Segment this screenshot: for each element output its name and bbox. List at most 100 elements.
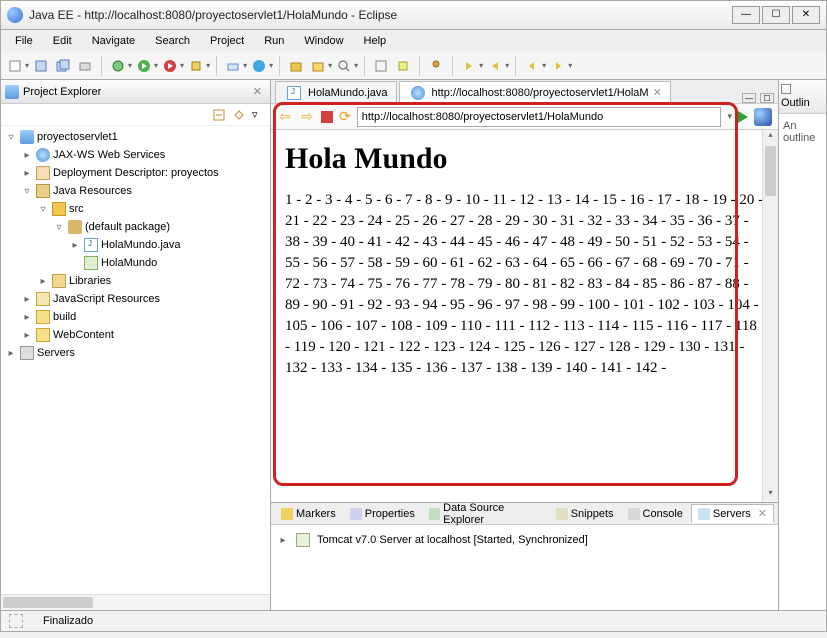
tree-js-resources[interactable]: ▸JavaScript Resources bbox=[1, 290, 270, 308]
menu-edit[interactable]: Edit bbox=[45, 33, 80, 49]
editor-tabs: HolaMundo.java http://localhost:8080/pro… bbox=[271, 80, 778, 104]
minimize-view-icon[interactable]: — bbox=[742, 93, 756, 103]
browser-forward-icon[interactable]: ⇨ bbox=[299, 109, 315, 125]
window-title: Java EE - http://localhost:8080/proyecto… bbox=[29, 8, 732, 22]
tree-build[interactable]: ▸build bbox=[1, 308, 270, 326]
vertical-scrollbar[interactable]: ▴ ▾ bbox=[762, 130, 778, 502]
horizontal-scrollbar[interactable] bbox=[1, 594, 270, 610]
servlet-icon bbox=[84, 256, 98, 270]
outline-body: An outline bbox=[779, 114, 826, 150]
tab-console[interactable]: Console bbox=[622, 506, 689, 522]
java-file-icon bbox=[287, 86, 301, 100]
folder-icon bbox=[36, 310, 50, 324]
menu-help[interactable]: Help bbox=[356, 33, 395, 49]
maximize-view-icon[interactable]: ☐ bbox=[760, 93, 774, 103]
tab-label: Console bbox=[643, 508, 683, 520]
menu-search[interactable]: Search bbox=[147, 33, 198, 49]
tab-label: Data Source Explorer bbox=[443, 502, 542, 526]
bottom-panel: Markers Properties Data Source Explorer … bbox=[271, 502, 778, 610]
open-type-button[interactable] bbox=[308, 56, 328, 76]
menu-run[interactable]: Run bbox=[256, 33, 292, 49]
save-button[interactable] bbox=[31, 56, 51, 76]
scroll-down-icon[interactable]: ▾ bbox=[763, 488, 778, 502]
toggle-breadcrumb-button[interactable] bbox=[371, 56, 391, 76]
pin-button[interactable] bbox=[426, 56, 446, 76]
debug-button[interactable] bbox=[108, 56, 128, 76]
eclipse-icon bbox=[7, 7, 23, 23]
internet-icon[interactable] bbox=[754, 108, 772, 126]
close-button[interactable]: ✕ bbox=[792, 6, 820, 24]
tree-servers[interactable]: ▸Servers bbox=[1, 344, 270, 362]
tab-data-source-explorer[interactable]: Data Source Explorer bbox=[423, 500, 548, 528]
maximize-button[interactable]: ☐ bbox=[762, 6, 790, 24]
tab-properties[interactable]: Properties bbox=[344, 506, 421, 522]
java-resources-icon bbox=[36, 184, 50, 198]
link-editor-icon[interactable] bbox=[232, 108, 246, 122]
new-button[interactable] bbox=[5, 56, 25, 76]
tree-label: WebContent bbox=[53, 329, 114, 341]
external-tools-button[interactable] bbox=[186, 56, 206, 76]
print-button[interactable] bbox=[75, 56, 95, 76]
tree-java-file[interactable]: ▸HolaMundo.java bbox=[1, 236, 270, 254]
browser-stop-icon[interactable] bbox=[321, 111, 333, 123]
skype-icon[interactable] bbox=[249, 56, 269, 76]
back-history-button[interactable] bbox=[522, 56, 542, 76]
tree-label: build bbox=[53, 311, 76, 323]
tab-servers[interactable]: Servers ✕ bbox=[691, 504, 774, 523]
tree-jaxws[interactable]: ▸JAX-WS Web Services bbox=[1, 146, 270, 164]
editor-tab-java[interactable]: HolaMundo.java bbox=[275, 81, 397, 103]
save-all-button[interactable] bbox=[53, 56, 73, 76]
tree-webcontent[interactable]: ▸WebContent bbox=[1, 326, 270, 344]
server-row[interactable]: ▸ Tomcat v7.0 Server at localhost [Start… bbox=[277, 531, 772, 549]
browser-url-input[interactable] bbox=[357, 107, 722, 127]
search-button[interactable] bbox=[334, 56, 354, 76]
run-last-button[interactable] bbox=[160, 56, 180, 76]
tomcat-server-icon bbox=[296, 533, 310, 547]
tree-libraries[interactable]: ▸Libraries bbox=[1, 272, 270, 290]
minimize-button[interactable]: — bbox=[732, 6, 760, 24]
tree-project[interactable]: ▿proyectoservlet1 bbox=[1, 128, 270, 146]
browser-refresh-icon[interactable]: ⟳ bbox=[339, 108, 351, 125]
view-menu-icon[interactable]: ▿ bbox=[252, 108, 266, 122]
servers-view: ▸ Tomcat v7.0 Server at localhost [Start… bbox=[271, 525, 778, 610]
run-button[interactable] bbox=[134, 56, 154, 76]
menu-navigate[interactable]: Navigate bbox=[84, 33, 143, 49]
close-tab-icon[interactable]: ✕ bbox=[653, 86, 662, 99]
new-package-button[interactable] bbox=[286, 56, 306, 76]
browser-go-icon[interactable] bbox=[738, 111, 748, 123]
next-annotation-button[interactable] bbox=[459, 56, 479, 76]
menu-project[interactable]: Project bbox=[202, 33, 252, 49]
browser-back-icon[interactable]: ⇦ bbox=[277, 109, 293, 125]
globe-icon bbox=[411, 86, 425, 100]
menu-window[interactable]: Window bbox=[296, 33, 351, 49]
project-explorer-close-icon[interactable]: ✕ bbox=[249, 85, 266, 98]
tree-default-package[interactable]: ▿(default package) bbox=[1, 218, 270, 236]
project-tree[interactable]: ▿proyectoservlet1 ▸JAX-WS Web Services ▸… bbox=[1, 126, 270, 594]
forward-history-button[interactable] bbox=[548, 56, 568, 76]
new-server-button[interactable] bbox=[223, 56, 243, 76]
status-text: Finalizado bbox=[43, 615, 93, 627]
outline-tab[interactable]: Outlin bbox=[779, 80, 826, 114]
menu-file[interactable]: File bbox=[7, 33, 41, 49]
close-tab-icon[interactable]: ✕ bbox=[758, 507, 767, 520]
tree-dd[interactable]: ▸Deployment Descriptor: proyectos bbox=[1, 164, 270, 182]
tree-src[interactable]: ▿src bbox=[1, 200, 270, 218]
tab-label: Servers bbox=[713, 508, 751, 520]
scroll-thumb[interactable] bbox=[765, 146, 776, 196]
status-icon[interactable] bbox=[9, 614, 23, 628]
collapse-all-icon[interactable] bbox=[212, 108, 226, 122]
tab-label: http://localhost:8080/proyectoservlet1/H… bbox=[432, 87, 649, 99]
editor-tab-browser[interactable]: http://localhost:8080/proyectoservlet1/H… bbox=[399, 81, 671, 103]
tab-markers[interactable]: Markers bbox=[275, 506, 342, 522]
tab-label: HolaMundo.java bbox=[308, 87, 388, 99]
scroll-up-icon[interactable]: ▴ bbox=[763, 130, 778, 144]
project-explorer-header: Project Explorer ✕ bbox=[1, 80, 270, 104]
prev-annotation-button[interactable] bbox=[485, 56, 505, 76]
tree-javares[interactable]: ▿Java Resources bbox=[1, 182, 270, 200]
tab-label: Markers bbox=[296, 508, 336, 520]
project-icon bbox=[20, 130, 34, 144]
tree-label: src bbox=[69, 203, 84, 215]
tab-snippets[interactable]: Snippets bbox=[550, 506, 620, 522]
annotations-button[interactable] bbox=[393, 56, 413, 76]
tree-servlet[interactable]: HolaMundo bbox=[1, 254, 270, 272]
